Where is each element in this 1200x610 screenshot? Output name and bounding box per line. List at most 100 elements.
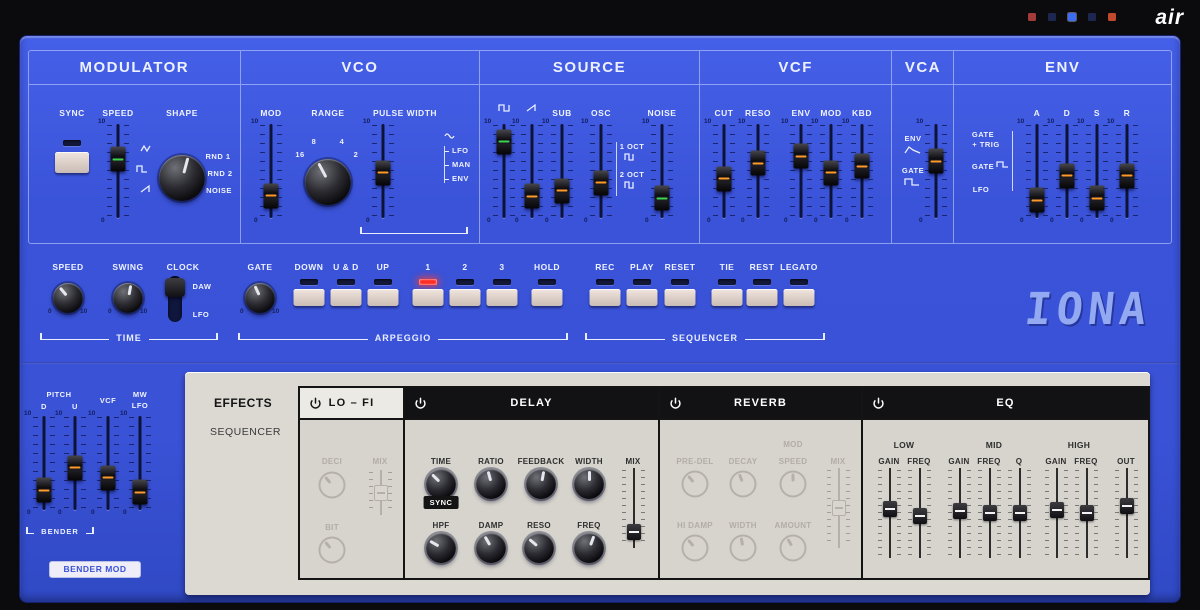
delay-feedback-knob[interactable]	[526, 469, 556, 499]
clock-switch[interactable]	[168, 276, 182, 322]
eq-mid-freq-slider[interactable]	[982, 468, 997, 558]
eq-high-freq-slider[interactable]	[1079, 468, 1094, 558]
oct1-label[interactable]: 1 OCT	[620, 142, 645, 151]
arp-up-button[interactable]	[368, 289, 399, 306]
gate-knob[interactable]	[245, 283, 275, 313]
bender-mw-lfo-slider[interactable]: 10 0	[123, 414, 157, 512]
delay-reso-knob[interactable]	[524, 533, 554, 563]
env-attack-slider[interactable]: 10 0	[1020, 122, 1054, 220]
source-noise-slider[interactable]: 10 0	[645, 122, 679, 220]
slider-cap[interactable]	[1030, 188, 1045, 213]
lofi-bit-knob[interactable]	[319, 537, 346, 564]
slider-cap[interactable]	[929, 149, 944, 174]
sync-button[interactable]	[55, 152, 89, 173]
seq-rec-button[interactable]	[590, 289, 621, 306]
seq-legato-button[interactable]	[784, 289, 815, 306]
lofi-deci-knob[interactable]	[319, 472, 346, 499]
slider-cap[interactable]	[751, 151, 766, 176]
delay-mix-slider[interactable]	[626, 468, 641, 548]
eq-out-slider[interactable]	[1119, 468, 1134, 558]
power-icon[interactable]	[309, 397, 322, 410]
reverb-decay-knob[interactable]	[730, 471, 757, 498]
delay-hpf-knob[interactable]	[426, 533, 456, 563]
reverb-mix-slider[interactable]	[831, 468, 846, 548]
slider-cap[interactable]	[953, 503, 967, 519]
arp-ud-button[interactable]	[331, 289, 362, 306]
seq-reset-button[interactable]	[665, 289, 696, 306]
env-trig-label[interactable]: + TRIG	[972, 140, 999, 149]
arp-1-button[interactable]	[413, 289, 444, 306]
slider-cap[interactable]	[374, 485, 388, 501]
vcf-env-slider[interactable]: 10 0	[784, 122, 818, 220]
slider-cap[interactable]	[264, 183, 279, 208]
pw-mode-lfo[interactable]: LFO	[452, 146, 471, 155]
eq-q-slider[interactable]	[1012, 468, 1027, 558]
bender-pitch-down-slider[interactable]: 10 0	[27, 414, 61, 512]
vcf-cut-slider[interactable]: 10 0	[707, 122, 741, 220]
eq-mid-gain-slider[interactable]	[952, 468, 967, 558]
bender-pitch-up-slider[interactable]: 10 0	[58, 414, 92, 512]
slider-cap[interactable]	[1013, 505, 1027, 521]
slider-cap[interactable]	[1060, 163, 1075, 188]
slider-cap[interactable]	[1090, 186, 1105, 211]
slider-cap[interactable]	[525, 184, 540, 209]
tab-effects[interactable]: EFFECTS	[214, 396, 272, 410]
switch-grip[interactable]	[165, 278, 185, 297]
pw-mode-env[interactable]: ENV	[452, 174, 471, 183]
slider-cap[interactable]	[68, 455, 83, 480]
slider-cap[interactable]	[1120, 163, 1135, 188]
source-sub-slider[interactable]: 10 0	[545, 122, 579, 220]
env-decay-slider[interactable]: 10 0	[1050, 122, 1084, 220]
env-lfo-label[interactable]: LFO	[973, 185, 990, 194]
tab-sequencer[interactable]: SEQUENCER	[210, 426, 281, 438]
reverb-predel-knob[interactable]	[682, 471, 709, 498]
oct2-label[interactable]: 2 OCT	[620, 170, 645, 179]
delay-damp-knob[interactable]	[476, 533, 506, 563]
seq-tie-button[interactable]	[712, 289, 743, 306]
slider-cap[interactable]	[983, 505, 997, 521]
vcf-mod-slider[interactable]: 10 0	[814, 122, 848, 220]
arp-2-button[interactable]	[450, 289, 481, 306]
power-icon[interactable]	[669, 397, 682, 410]
delay-ratio-knob[interactable]	[476, 469, 506, 499]
slider-cap[interactable]	[376, 160, 391, 185]
slider-cap[interactable]	[855, 154, 870, 179]
slider-cap[interactable]	[133, 480, 148, 505]
env-gate2-label[interactable]: GATE	[972, 162, 994, 171]
arp-hold-button[interactable]	[532, 289, 563, 306]
source-osc-slider[interactable]: 10 0	[584, 122, 618, 220]
reverb-amount-knob[interactable]	[780, 535, 807, 562]
slider-cap[interactable]	[555, 178, 570, 203]
shape-knob[interactable]	[159, 155, 205, 201]
slider-cap[interactable]	[37, 478, 52, 503]
vco-range-knob[interactable]	[305, 159, 351, 205]
eq-high-gain-slider[interactable]	[1049, 468, 1064, 558]
slider-cap[interactable]	[497, 129, 512, 154]
power-icon[interactable]	[414, 397, 427, 410]
reverb-width-knob[interactable]	[730, 535, 757, 562]
vca-level-slider[interactable]: 10 0	[919, 122, 953, 220]
seq-rest-button[interactable]	[747, 289, 778, 306]
env-release-slider[interactable]: 10 0	[1110, 122, 1144, 220]
delay-freq-knob[interactable]	[574, 533, 604, 563]
vco-pulse-width-slider[interactable]: 10 0	[366, 122, 400, 220]
pw-mode-selector[interactable]: LFO MAN ENV	[444, 146, 471, 183]
slider-cap[interactable]	[1080, 505, 1094, 521]
slider-cap[interactable]	[1050, 502, 1064, 518]
env-sustain-slider[interactable]: 10 0	[1080, 122, 1114, 220]
reverb-speed-knob[interactable]	[780, 471, 807, 498]
lofi-mix-slider[interactable]	[373, 470, 388, 515]
slider-cap[interactable]	[824, 160, 839, 185]
delay-time-knob[interactable]	[426, 469, 456, 499]
bender-mod-button[interactable]: BENDER MOD	[49, 561, 141, 578]
reverb-hidamp-knob[interactable]	[682, 535, 709, 562]
arp-3-button[interactable]	[487, 289, 518, 306]
delay-width-knob[interactable]	[574, 469, 604, 499]
eq-low-gain-slider[interactable]	[882, 468, 897, 558]
slider-cap[interactable]	[1120, 498, 1134, 514]
arp-down-button[interactable]	[294, 289, 325, 306]
seq-play-button[interactable]	[627, 289, 658, 306]
vco-mod-slider[interactable]: 10 0	[254, 122, 288, 220]
modulator-speed-slider[interactable]: 10 0	[101, 122, 135, 220]
time-speed-knob[interactable]	[53, 283, 83, 313]
